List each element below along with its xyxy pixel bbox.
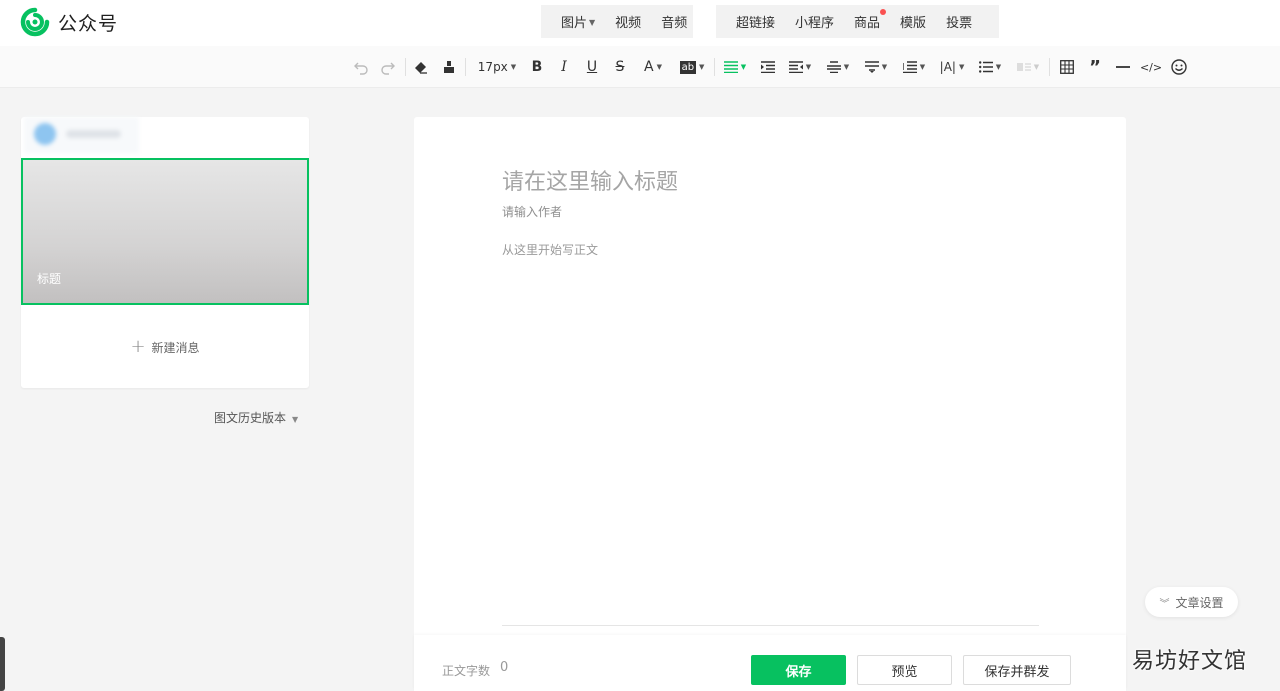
content-insert-group: 超链接 小程序 商品 模版 投票 [716,5,999,38]
article-settings-button[interactable]: ︾ 文章设置 [1145,587,1238,617]
watermark-text: 易坊好文馆 [1132,649,1248,674]
wechat-official-account-logo-icon [20,7,50,37]
preview-button[interactable]: 预览 [857,655,952,685]
cover-title: 标题 [37,272,62,286]
account-name-redacted [66,130,121,138]
insert-hyperlink-button[interactable]: 超链接 [726,12,785,31]
new-badge [880,9,887,15]
text-direction-icon[interactable]: |A| ▼ [938,56,966,78]
article-cover-card[interactable]: 标题 [21,158,309,305]
editor-divider [502,625,1039,626]
body-editor[interactable]: 从这里开始写正文 [502,241,598,258]
chevron-down-icon: ▼ [881,63,888,71]
font-size-select[interactable]: 17px ▼ [474,56,520,78]
insert-product-button[interactable]: 商品 [844,9,890,31]
avatar [34,123,56,145]
side-handle[interactable] [0,637,5,691]
chevron-down-icon: ▼ [995,63,1002,71]
article-editor: 请在这里输入标题 请输入作者 从这里开始写正文 正文字数 0 保存 预览 保存并… [414,117,1126,691]
media-insert-group: 图片 ▼ 视频 音频 [541,5,693,38]
underline-icon[interactable]: U [583,56,601,78]
chevron-down-icon: ▼ [589,18,596,27]
code-icon[interactable]: </> [1140,56,1162,78]
insert-image-button[interactable]: 图片 ▼ [551,12,605,31]
insert-audio-button[interactable]: 音频 [651,12,697,31]
toolbar-divider [1049,58,1050,76]
insert-template-button[interactable]: 模版 [890,12,936,31]
word-count-value: 0 [500,660,509,675]
insert-video-button[interactable]: 视频 [605,12,651,31]
line-height-icon[interactable]: ▼ [824,56,852,78]
chevron-down-icon: ▼ [656,63,662,71]
history-versions-dropdown[interactable]: 图文历史版本 ▼ [214,409,298,426]
quote-icon[interactable]: ” [1085,56,1105,78]
emoji-icon[interactable] [1169,56,1189,78]
format-painter-icon[interactable] [439,56,459,78]
history-versions-label: 图文历史版本 [214,411,287,425]
brand-logo[interactable]: 公众号 [20,7,118,37]
chevron-down-icon: ▼ [1033,63,1040,71]
font-color-icon[interactable]: A ▼ [639,56,667,78]
new-message-button[interactable]: + 新建消息 [21,336,309,358]
align-disabled-icon: ▼ [1014,56,1042,78]
word-count-label: 正文字数 [442,664,491,678]
list-icon[interactable]: ▼ [976,56,1004,78]
chevron-down-icon: ▼ [510,63,517,71]
table-icon[interactable] [1057,56,1077,78]
letter-spacing-icon[interactable]: ▼ [900,56,928,78]
italic-icon[interactable]: I [555,56,573,78]
toolbar-divider [714,58,715,76]
chevron-down-icon: ▼ [699,63,705,71]
save-and-send-button[interactable]: 保存并群发 [963,655,1071,685]
eraser-icon[interactable] [411,56,431,78]
insert-mini-program-button[interactable]: 小程序 [785,12,844,31]
toolbar-divider [405,58,406,76]
plus-icon: + [130,336,146,357]
account-info-blurred [24,117,139,153]
author-input[interactable]: 请输入作者 [502,203,562,220]
title-input[interactable]: 请在这里输入标题 [502,164,678,196]
outdent-icon[interactable]: ▼ [786,56,814,78]
double-chevron-down-icon: ︾ [1159,598,1170,610]
align-icon[interactable]: ▼ [721,56,749,78]
format-toolbar: 17px ▼ B I U S A ▼ ab ▼ ▼ ▼ ▼ ▼ ▼ |A| ▼ ▼ ▼ … [0,46,1280,88]
chevron-down-icon: ▼ [919,63,926,71]
insert-vote-button[interactable]: 投票 [936,12,982,31]
strikethrough-icon[interactable]: S [611,56,629,78]
divider-icon[interactable] [1113,56,1133,78]
chevron-down-icon: ▼ [958,63,965,71]
article-settings-label: 文章设置 [1175,595,1224,610]
toolbar-divider [465,58,466,76]
article-list-panel: 标题 + 新建消息 [21,117,309,388]
redo-icon[interactable] [378,56,398,78]
brand-name: 公众号 [58,12,119,35]
background-color-icon[interactable]: ab ▼ [677,56,707,78]
chevron-down-icon: ▼ [805,63,812,71]
top-header: 公众号 图片 ▼ 视频 音频 超链接 小程序 商品 模版 投票 [0,0,1280,46]
editor-footer: 正文字数 0 保存 预览 保存并群发 [414,635,1126,691]
bold-icon[interactable]: B [528,56,546,78]
undo-icon[interactable] [351,56,371,78]
save-button[interactable]: 保存 [751,655,846,685]
chevron-down-icon: ▼ [843,63,850,71]
chevron-down-icon: ▼ [740,63,747,71]
indent-icon[interactable] [758,56,778,78]
new-message-label: 新建消息 [151,341,200,355]
paragraph-spacing-icon[interactable]: ▼ [862,56,890,78]
chevron-down-icon: ▼ [292,415,299,424]
